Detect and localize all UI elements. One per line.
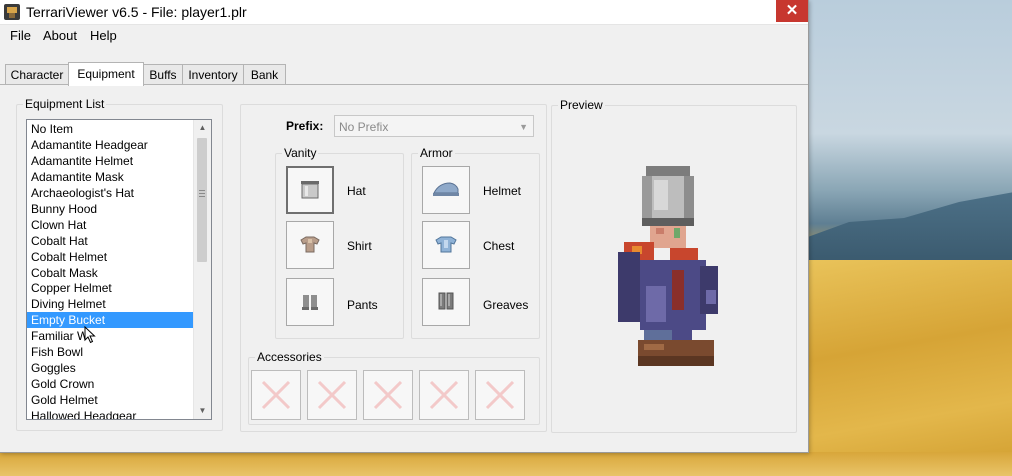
- list-item[interactable]: Diving Helmet: [27, 296, 197, 312]
- list-item[interactable]: Archaeologist's Hat: [27, 185, 197, 201]
- bucket-icon: [301, 181, 319, 199]
- character-preview-sprite: [618, 166, 718, 366]
- menu-about[interactable]: About: [43, 28, 77, 43]
- list-item[interactable]: Adamantite Headgear: [27, 137, 197, 153]
- vanity-shirt-slot[interactable]: [286, 221, 334, 269]
- tab-bank[interactable]: Bank: [243, 64, 286, 85]
- chestplate-icon: [435, 236, 457, 253]
- empty-slot-x-icon: [317, 380, 347, 410]
- wheat-field: [805, 260, 1012, 476]
- list-item[interactable]: Hallowed Headgear: [27, 408, 197, 419]
- list-item[interactable]: Cobalt Helmet: [27, 249, 197, 265]
- greaves-icon: [438, 292, 454, 310]
- list-item[interactable]: Gold Crown: [27, 376, 197, 392]
- list-item[interactable]: Clown Hat: [27, 217, 197, 233]
- accessory-slot-3[interactable]: [363, 370, 413, 420]
- title-bar[interactable]: TerrariViewer v6.5 - File: player1.plr ✕: [0, 0, 808, 25]
- tab-character[interactable]: Character: [5, 64, 69, 85]
- list-item[interactable]: Adamantite Mask: [27, 169, 197, 185]
- accessory-slot-1[interactable]: [251, 370, 301, 420]
- armor-greaves-label: Greaves: [483, 298, 529, 312]
- armor-helmet-label: Helmet: [483, 184, 522, 198]
- menu-bar: File About Help: [0, 25, 808, 47]
- tab-inventory[interactable]: Inventory: [182, 64, 244, 85]
- list-item[interactable]: Bunny Hood: [27, 201, 197, 217]
- shirt-icon: [300, 236, 320, 253]
- vanity-hat-slot[interactable]: [286, 166, 334, 214]
- scroll-thumb[interactable]: [197, 138, 207, 262]
- scroll-down-icon[interactable]: ▼: [194, 403, 211, 419]
- vanity-pants-label: Pants: [347, 298, 378, 312]
- window-title: TerrariViewer v6.5 - File: player1.plr: [26, 4, 247, 20]
- pants-icon: [302, 295, 318, 310]
- accessory-slot-5[interactable]: [475, 370, 525, 420]
- list-item[interactable]: Fish Bowl: [27, 344, 197, 360]
- vanity-shirt-label: Shirt: [347, 239, 372, 253]
- list-item[interactable]: Copper Helmet: [27, 280, 197, 296]
- helmet-icon: [433, 182, 459, 196]
- empty-slot-x-icon: [373, 380, 403, 410]
- mouse-cursor-icon: [84, 326, 96, 344]
- armor-chest-label: Chest: [483, 239, 515, 253]
- accessory-slot-2[interactable]: [307, 370, 357, 420]
- empty-slot-x-icon: [485, 380, 515, 410]
- app-icon: [4, 4, 20, 20]
- menu-file[interactable]: File: [10, 28, 31, 43]
- list-item[interactable]: No Item: [27, 121, 197, 137]
- armor-label: Armor: [418, 146, 455, 160]
- prefix-value: No Prefix: [339, 120, 389, 134]
- list-item[interactable]: Cobalt Mask: [27, 265, 197, 281]
- scroll-up-icon[interactable]: ▲: [194, 120, 211, 136]
- list-item[interactable]: Goggles: [27, 360, 197, 376]
- vanity-hat-label: Hat: [347, 184, 366, 198]
- list-item-selected[interactable]: Empty Bucket: [27, 312, 197, 328]
- chevron-down-icon: ▼: [519, 122, 528, 132]
- list-item[interactable]: Familiar W: [27, 328, 197, 344]
- preview-label: Preview: [558, 98, 605, 112]
- list-item[interactable]: Adamantite Helmet: [27, 153, 197, 169]
- menu-help[interactable]: Help: [90, 28, 117, 43]
- tab-buffs[interactable]: Buffs: [143, 64, 183, 85]
- prefix-label: Prefix:: [286, 119, 324, 133]
- armor-greaves-slot[interactable]: [422, 278, 470, 326]
- tab-equipment[interactable]: Equipment: [68, 62, 144, 86]
- armor-helmet-slot[interactable]: [422, 166, 470, 214]
- vanity-pants-slot[interactable]: [286, 278, 334, 326]
- vanity-label: Vanity: [282, 146, 319, 160]
- empty-slot-x-icon: [429, 380, 459, 410]
- tab-strip: Character Equipment Buffs Inventory Bank: [0, 62, 808, 86]
- list-item[interactable]: Cobalt Hat: [27, 233, 197, 249]
- accessory-slot-4[interactable]: [419, 370, 469, 420]
- armor-chest-slot[interactable]: [422, 221, 470, 269]
- list-item[interactable]: Gold Helmet: [27, 392, 197, 408]
- prefix-dropdown[interactable]: No Prefix ▼: [334, 115, 534, 137]
- equipment-list-label: Equipment List: [23, 97, 107, 111]
- empty-slot-x-icon: [261, 380, 291, 410]
- accessories-label: Accessories: [255, 350, 324, 364]
- ground-strip: [0, 452, 1012, 476]
- close-button[interactable]: ✕: [776, 0, 808, 22]
- mountain: [805, 190, 1012, 270]
- list-scrollbar[interactable]: ▲ ▼: [193, 120, 211, 419]
- equipment-listbox[interactable]: No Item Adamantite Headgear Adamantite H…: [26, 119, 212, 420]
